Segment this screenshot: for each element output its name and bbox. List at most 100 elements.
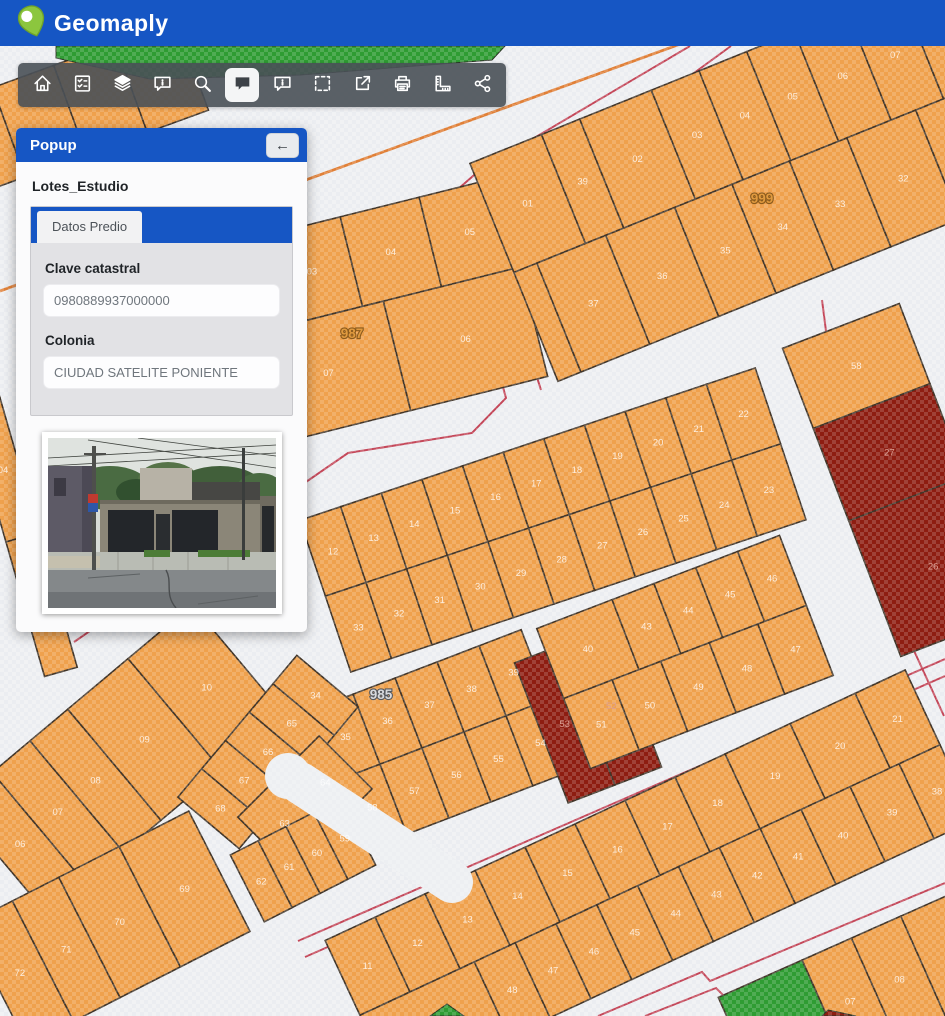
- toolbar-button-export-view[interactable]: [342, 63, 382, 107]
- svg-text:63: 63: [279, 818, 290, 829]
- tab-datos-predio[interactable]: Datos Predio: [37, 211, 142, 243]
- svg-text:50: 50: [645, 701, 656, 712]
- toolbar-button-layers[interactable]: [102, 63, 142, 107]
- clave-catastral-label: Clave catastral: [45, 261, 280, 276]
- svg-text:61: 61: [284, 862, 295, 873]
- svg-text:47: 47: [790, 645, 801, 656]
- svg-text:07: 07: [323, 368, 334, 379]
- popup-header: Popup ←: [16, 128, 307, 162]
- svg-text:34: 34: [777, 222, 788, 233]
- svg-text:53: 53: [559, 719, 570, 730]
- svg-text:57: 57: [409, 786, 420, 797]
- toolbar-button-identify-info[interactable]: [142, 63, 182, 107]
- svg-text:48: 48: [507, 985, 518, 996]
- svg-text:45: 45: [725, 590, 736, 601]
- app-title: Geomaply: [54, 10, 168, 37]
- back-arrow-icon: ←: [275, 138, 290, 153]
- svg-text:40: 40: [583, 644, 594, 655]
- svg-text:14: 14: [409, 519, 420, 530]
- svg-text:58: 58: [851, 361, 862, 372]
- svg-text:09: 09: [139, 734, 150, 745]
- popup-comment-icon: [232, 73, 253, 97]
- toolbar-button-identify-popup[interactable]: [262, 63, 302, 107]
- svg-text:70: 70: [114, 917, 125, 928]
- svg-text:39: 39: [577, 176, 588, 187]
- svg-text:06: 06: [837, 71, 848, 82]
- svg-text:07: 07: [890, 50, 901, 61]
- colonia-field[interactable]: [43, 356, 280, 389]
- svg-text:24: 24: [719, 500, 730, 511]
- svg-text:67: 67: [239, 775, 250, 786]
- form-checklist-icon: [72, 73, 93, 97]
- svg-text:39: 39: [508, 668, 519, 679]
- svg-text:30: 30: [475, 581, 486, 592]
- svg-text:38: 38: [932, 787, 943, 798]
- svg-text:23: 23: [764, 485, 775, 496]
- svg-text:06: 06: [460, 334, 471, 345]
- svg-text:48: 48: [742, 663, 753, 674]
- svg-text:26: 26: [638, 527, 649, 538]
- colonia-label: Colonia: [45, 333, 280, 348]
- share-icon: [472, 73, 493, 97]
- svg-text:06: 06: [15, 839, 26, 850]
- svg-text:68: 68: [215, 804, 226, 815]
- svg-text:18: 18: [572, 465, 583, 476]
- svg-text:08: 08: [894, 975, 905, 986]
- clave-catastral-field[interactable]: [43, 284, 280, 317]
- svg-text:44: 44: [670, 909, 681, 920]
- svg-text:52: 52: [606, 701, 617, 712]
- svg-text:13: 13: [368, 533, 379, 544]
- svg-text:34: 34: [310, 690, 321, 701]
- toolbar-button-form-checklist[interactable]: [62, 63, 102, 107]
- popup-tabbar: Datos Predio: [31, 207, 292, 243]
- svg-text:37: 37: [424, 700, 435, 711]
- svg-text:02: 02: [632, 154, 643, 165]
- toolbar-button-print[interactable]: [382, 63, 422, 107]
- svg-text:10: 10: [201, 682, 212, 693]
- svg-text:27: 27: [884, 447, 895, 458]
- svg-text:999: 999: [751, 191, 774, 206]
- svg-text:33: 33: [353, 622, 364, 633]
- toolbar-button-search[interactable]: [182, 63, 222, 107]
- svg-text:71: 71: [61, 944, 72, 955]
- svg-text:04: 04: [740, 111, 751, 122]
- svg-text:01: 01: [522, 198, 533, 209]
- svg-text:12: 12: [328, 546, 339, 557]
- svg-text:43: 43: [641, 622, 652, 633]
- map-toolbar: [18, 63, 506, 107]
- toolbar-button-share[interactable]: [462, 63, 502, 107]
- svg-text:03: 03: [692, 130, 703, 141]
- identify-popup-icon: [272, 73, 293, 97]
- svg-text:14: 14: [512, 891, 523, 902]
- home-icon: [32, 73, 53, 97]
- toolbar-button-select-area[interactable]: [302, 63, 342, 107]
- svg-text:65: 65: [286, 719, 297, 730]
- svg-text:72: 72: [15, 968, 26, 979]
- toolbar-button-home[interactable]: [22, 63, 62, 107]
- svg-text:55: 55: [493, 754, 504, 765]
- svg-text:13: 13: [462, 915, 473, 926]
- svg-text:40: 40: [838, 830, 849, 841]
- popup-layer-name: Lotes_Estudio: [32, 178, 307, 194]
- svg-text:60: 60: [312, 848, 323, 859]
- svg-text:59: 59: [339, 834, 350, 845]
- svg-text:04: 04: [386, 247, 397, 258]
- svg-text:49: 49: [693, 682, 704, 693]
- toolbar-button-measure[interactable]: [422, 63, 462, 107]
- svg-text:54: 54: [535, 738, 546, 749]
- export-view-icon: [352, 73, 373, 97]
- svg-text:66: 66: [263, 747, 274, 758]
- popup-card-body: Clave catastral Colonia: [31, 243, 292, 415]
- svg-text:31: 31: [434, 595, 445, 606]
- svg-text:19: 19: [770, 771, 781, 782]
- svg-text:28: 28: [556, 554, 567, 565]
- svg-text:21: 21: [892, 714, 903, 725]
- svg-text:43: 43: [711, 890, 722, 901]
- toolbar-button-popup-comment[interactable]: [222, 63, 262, 107]
- popup-back-button[interactable]: ←: [266, 133, 299, 158]
- svg-text:46: 46: [589, 947, 600, 958]
- svg-text:04: 04: [0, 465, 8, 476]
- svg-text:46: 46: [767, 573, 778, 584]
- svg-text:12: 12: [412, 938, 423, 949]
- svg-text:44: 44: [683, 606, 694, 617]
